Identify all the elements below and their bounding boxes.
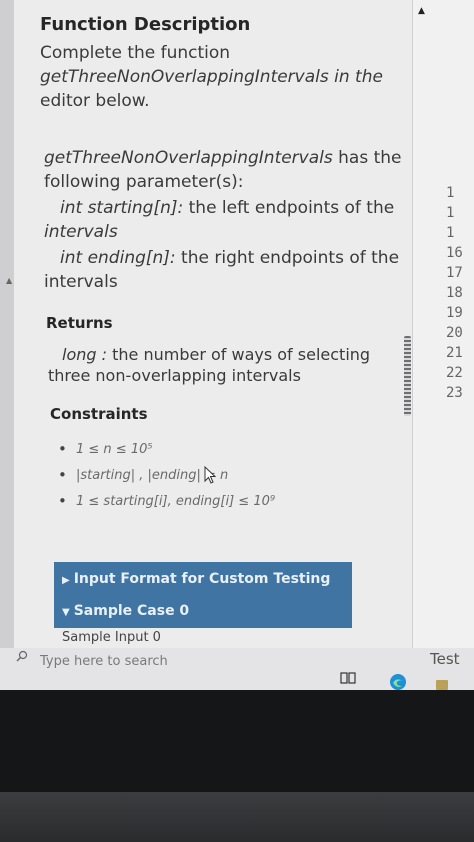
line-number: 21 (446, 345, 463, 361)
param-text: the left endpoints of the (183, 198, 395, 218)
test-tab-label[interactable]: Test (430, 650, 460, 668)
desc-line: editor below. (40, 91, 150, 111)
edge-browser-icon[interactable] (388, 672, 408, 690)
sample-case-label: Sample Case 0 (73, 603, 190, 619)
panel-resize-handle[interactable] (404, 336, 411, 416)
desc-line: getThreeNonOverlappingIntervals in the (40, 67, 383, 87)
editor-line-numbers: 1 1 1 16 17 18 19 20 21 22 23 (446, 183, 463, 403)
param-signature: int ending[n]: (60, 248, 176, 268)
line-number: 18 (446, 285, 463, 301)
param-starting: int starting[n]: the left endpoints of t… (44, 196, 404, 244)
folder-icon[interactable] (436, 680, 448, 690)
param-ending: int ending[n]: the right endpoints of th… (44, 246, 404, 294)
task-view-icon[interactable] (340, 670, 356, 686)
sample-input-label: Sample Input 0 (62, 630, 161, 645)
returns-text: long : the number of ways of selecting t… (48, 344, 398, 386)
returns-type: long : (62, 345, 108, 364)
constraint-item: 1 ≤ starting[i], ending[i] ≤ 10⁹ (58, 492, 275, 520)
screen: ▲ ▲ Function Description Complete the fu… (0, 0, 474, 690)
params-function-name: getThreeNonOverlappingIntervals (44, 148, 333, 168)
keyboard-edge (0, 792, 474, 842)
param-cont: intervals (44, 222, 118, 242)
line-number: 1 (446, 185, 455, 201)
returns-cont: three non-overlapping intervals (48, 366, 301, 385)
params-line: following parameter(s): (44, 172, 244, 192)
line-number: 16 (446, 245, 463, 261)
parameters-intro: getThreeNonOverlappingIntervals has the … (44, 146, 404, 194)
param-signature: int starting[n]: (60, 198, 184, 218)
param-line: int starting[n]: the left endpoints of t… (44, 196, 404, 220)
line-number: 1 (446, 205, 455, 221)
sample-case-toggle[interactable]: ▼ Sample Case 0 (54, 594, 352, 628)
input-format-label: Input Format for Custom Testing (73, 571, 331, 587)
line-number: 17 (446, 265, 463, 281)
params-rest: has the (332, 148, 402, 168)
left-strip (0, 0, 14, 690)
line-number: 22 (446, 365, 463, 381)
constraint-item: |starting| , |ending| = n (58, 466, 275, 494)
constraints-heading: Constraints (50, 405, 148, 423)
function-description-text: Complete the function getThreeNonOverlap… (40, 41, 400, 113)
params-line: getThreeNonOverlappingIntervals has the (44, 146, 404, 170)
returns-line: long : the number of ways of selecting (48, 344, 398, 365)
line-number: 19 (446, 305, 463, 321)
desc-line: Complete the function (40, 43, 231, 63)
param-text: the right endpoints of the (175, 248, 400, 268)
scroll-up-arrow-icon[interactable]: ▲ (418, 6, 425, 16)
code-editor-panel[interactable] (412, 0, 474, 650)
line-number: 23 (446, 385, 463, 401)
constraint-item: 1 ≤ n ≤ 10⁵ (58, 440, 275, 468)
param-line: int ending[n]: the right endpoints of th… (44, 246, 404, 270)
taskbar-search-input[interactable]: Type here to search (40, 654, 168, 669)
search-icon[interactable] (16, 650, 28, 662)
param-cont: intervals (44, 272, 118, 292)
constraints-list: 1 ≤ n ≤ 10⁵ |starting| , |ending| = n 1 … (58, 440, 275, 520)
collapse-arrow-icon: ▼ (62, 607, 70, 618)
function-description-heading: Function Description (40, 14, 251, 35)
desc-function-name: getThreeNonOverlappingIntervals in the (40, 65, 400, 89)
expand-arrow-icon: ▶ (62, 575, 70, 586)
returns-heading: Returns (46, 314, 113, 332)
returns-desc: the number of ways of selecting (107, 345, 371, 364)
mouse-cursor-icon (204, 466, 216, 484)
input-format-toggle[interactable]: ▶ Input Format for Custom Testing (54, 562, 352, 596)
line-number: 20 (446, 325, 463, 341)
line-number: 1 (446, 225, 455, 241)
collapse-arrow-icon[interactable]: ▲ (6, 276, 12, 285)
